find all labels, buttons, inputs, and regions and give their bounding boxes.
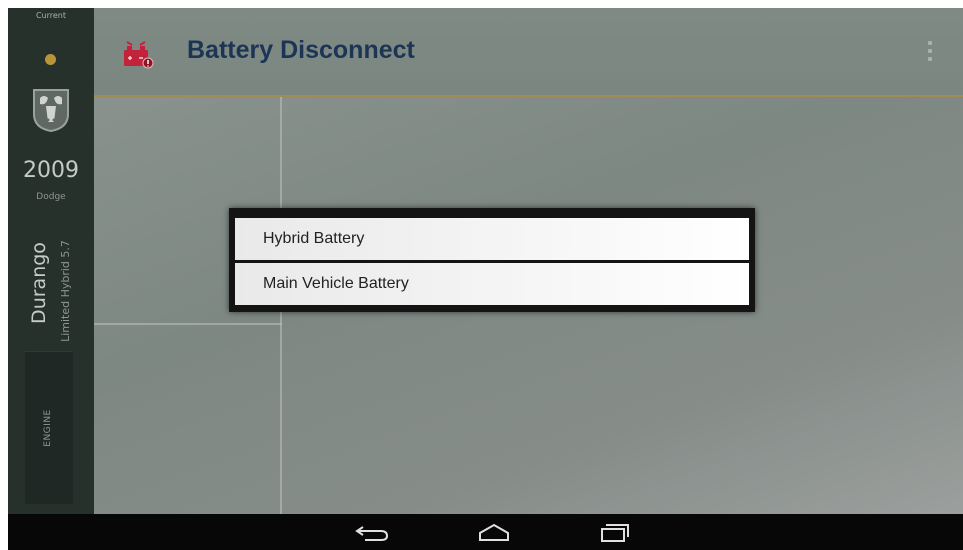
current-label: Current	[35, 11, 67, 20]
battery-disconnect-icon	[122, 41, 154, 69]
home-icon[interactable]	[474, 521, 514, 543]
back-icon[interactable]	[353, 521, 393, 543]
page-title: Battery Disconnect	[187, 36, 415, 64]
overflow-menu-icon[interactable]	[925, 41, 935, 69]
vehicle-model: Durango	[28, 242, 50, 324]
system-nav-bar	[8, 514, 963, 550]
vehicle-sidebar: Current 2009 Dodge Durango Limited Hybri…	[8, 8, 94, 514]
vehicle-year: 2009	[23, 158, 79, 183]
action-bar: Battery Disconnect	[94, 8, 963, 97]
engine-tab-label: ENGINE	[43, 409, 53, 447]
battery-select-dialog: Hybrid Battery Main Vehicle Battery	[229, 208, 755, 312]
option-main-vehicle-battery[interactable]: Main Vehicle Battery	[235, 263, 749, 305]
status-dot	[45, 54, 56, 65]
option-hybrid-battery[interactable]: Hybrid Battery	[235, 218, 749, 260]
app-screen: Current 2009 Dodge Durango Limited Hybri…	[0, 0, 963, 550]
grid-divider	[94, 323, 282, 325]
engine-tab[interactable]: ENGINE	[25, 351, 73, 504]
recent-apps-icon[interactable]	[594, 521, 634, 543]
ram-head-icon	[26, 84, 76, 134]
vehicle-make: Dodge	[36, 192, 66, 202]
vehicle-trim: Limited Hybrid 5.7	[59, 240, 72, 342]
